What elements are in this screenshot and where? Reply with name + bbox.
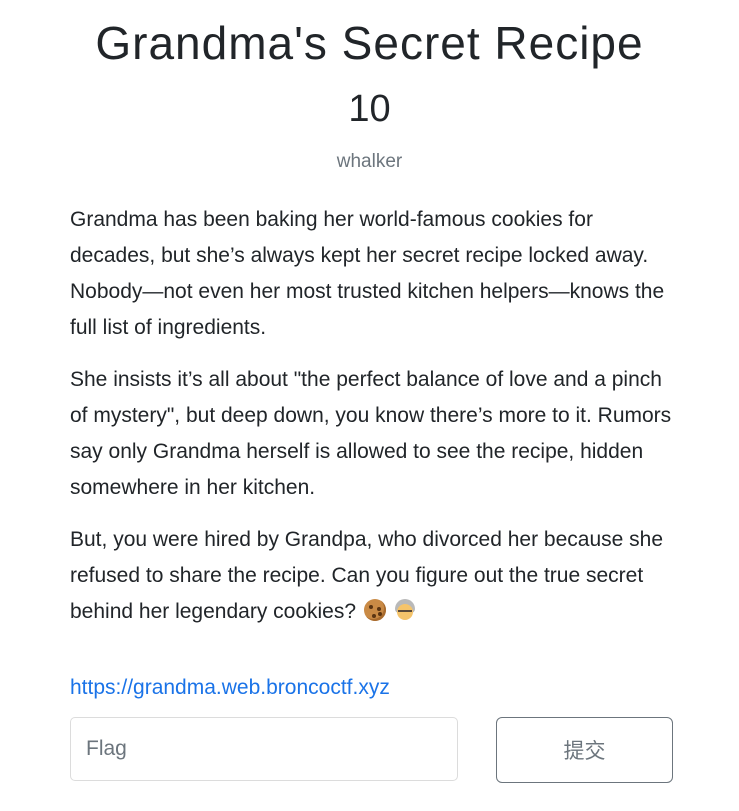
challenge-author: whalker bbox=[336, 151, 403, 172]
challenge-panel: Grandma's Secret Recipe 10 whalker Grand… bbox=[0, 0, 739, 811]
description-paragraph: But, you were hired by Grandpa, who divo… bbox=[70, 522, 676, 630]
flag-input[interactable] bbox=[70, 717, 458, 781]
challenge-link[interactable]: https://grandma.web.broncoctf.xyz bbox=[70, 673, 390, 703]
description-paragraph: Grandma has been baking her world-famous… bbox=[70, 208, 665, 339]
challenge-title: Grandma's Secret Recipe bbox=[95, 17, 644, 69]
description-paragraph: She insists it’s all about "the perfect … bbox=[70, 368, 672, 499]
cookie-icon bbox=[364, 599, 387, 621]
older-woman-icon bbox=[394, 599, 416, 621]
challenge-points: 10 bbox=[348, 88, 391, 130]
challenge-description: Grandma has been baking her world-famous… bbox=[70, 202, 676, 646]
submit-button[interactable]: 提交 bbox=[496, 717, 673, 783]
